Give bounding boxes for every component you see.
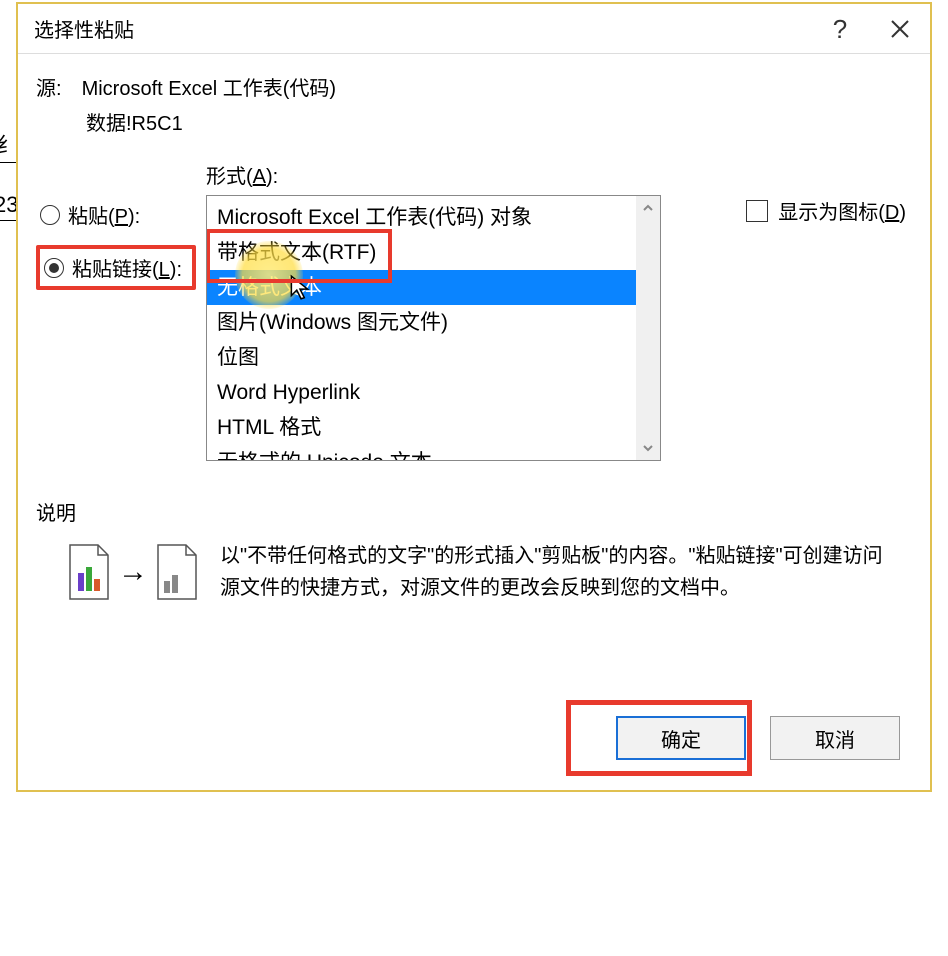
arrow-icon: → <box>118 555 148 589</box>
list-item[interactable]: HTML 格式 <box>207 410 660 445</box>
source-label: 源: <box>36 72 76 101</box>
show-as-icon-check[interactable]: 显示为图标(D) <box>746 196 906 225</box>
titlebar: 选择性粘贴 ? <box>18 4 930 54</box>
list-item[interactable]: 位图 <box>207 340 660 375</box>
list-item[interactable]: Word Hyperlink <box>207 375 660 410</box>
description-icons: → <box>36 540 200 604</box>
format-listbox[interactable]: Microsoft Excel 工作表(代码) 对象 带格式文本(RTF) 无格… <box>206 195 661 461</box>
scroll-up-icon[interactable] <box>636 196 660 220</box>
format-label: 形式(A): <box>206 160 278 189</box>
paste-special-dialog: 选择性粘贴 ? 源: Microsoft Excel 工作表(代码) 数据!R5… <box>16 2 932 792</box>
radio-column: 粘贴(P): 粘贴链接(L): <box>36 160 196 302</box>
checkbox-icon <box>746 200 768 222</box>
ok-button[interactable]: 确定 <box>616 716 746 760</box>
source-row: 源: Microsoft Excel 工作表(代码) <box>36 72 906 101</box>
list-item[interactable]: 无格式的 Unicode 文本 <box>207 445 660 461</box>
dialog-title: 选择性粘贴 <box>18 14 134 43</box>
options-column: 显示为图标(D) <box>742 160 906 225</box>
close-button[interactable] <box>870 4 930 54</box>
radio-icon <box>44 258 64 278</box>
scroll-down-icon[interactable] <box>636 436 660 460</box>
source-value: Microsoft Excel 工作表(代码) <box>82 78 336 100</box>
close-icon <box>889 18 911 40</box>
radio-paste-link-label: 粘贴链接(L): <box>72 253 182 282</box>
description-text: 以"不带任何格式的文字"的形式插入"剪贴板"的内容。"粘贴链接"可创建访问源文件… <box>220 540 906 604</box>
format-column: 形式(A): Microsoft Excel 工作表(代码) 对象 带格式文本(… <box>206 160 732 461</box>
dialog-body: 源: Microsoft Excel 工作表(代码) 数据!R5C1 粘贴(P)… <box>18 54 930 790</box>
radio-icon <box>40 205 60 225</box>
list-item[interactable]: 带格式文本(RTF) <box>207 235 660 270</box>
list-item[interactable]: 图片(Windows 图元文件) <box>207 305 660 340</box>
show-as-icon-label: 显示为图标(D) <box>778 196 906 225</box>
title-controls: ? <box>810 4 930 54</box>
radio-paste[interactable]: 粘贴(P): <box>36 196 196 233</box>
source-sub: 数据!R5C1 <box>36 107 906 136</box>
radio-paste-label: 粘贴(P): <box>68 200 140 229</box>
description-title: 说明 <box>36 497 906 526</box>
list-item[interactable]: 无格式文本 <box>207 270 660 305</box>
cancel-button[interactable]: 取消 <box>770 716 900 760</box>
document-icon <box>154 543 200 601</box>
button-row: 确定 取消 <box>616 716 900 760</box>
radio-paste-link[interactable]: 粘贴链接(L): <box>36 245 196 290</box>
list-item[interactable]: Microsoft Excel 工作表(代码) 对象 <box>207 200 660 235</box>
description-section: 说明 → 以"不带任何格式的文字"的形式插入"剪贴板"的内容。"粘贴链接"可创建… <box>36 497 906 604</box>
chart-document-icon <box>66 543 112 601</box>
scrollbar[interactable] <box>636 196 660 460</box>
help-button[interactable]: ? <box>810 4 870 54</box>
